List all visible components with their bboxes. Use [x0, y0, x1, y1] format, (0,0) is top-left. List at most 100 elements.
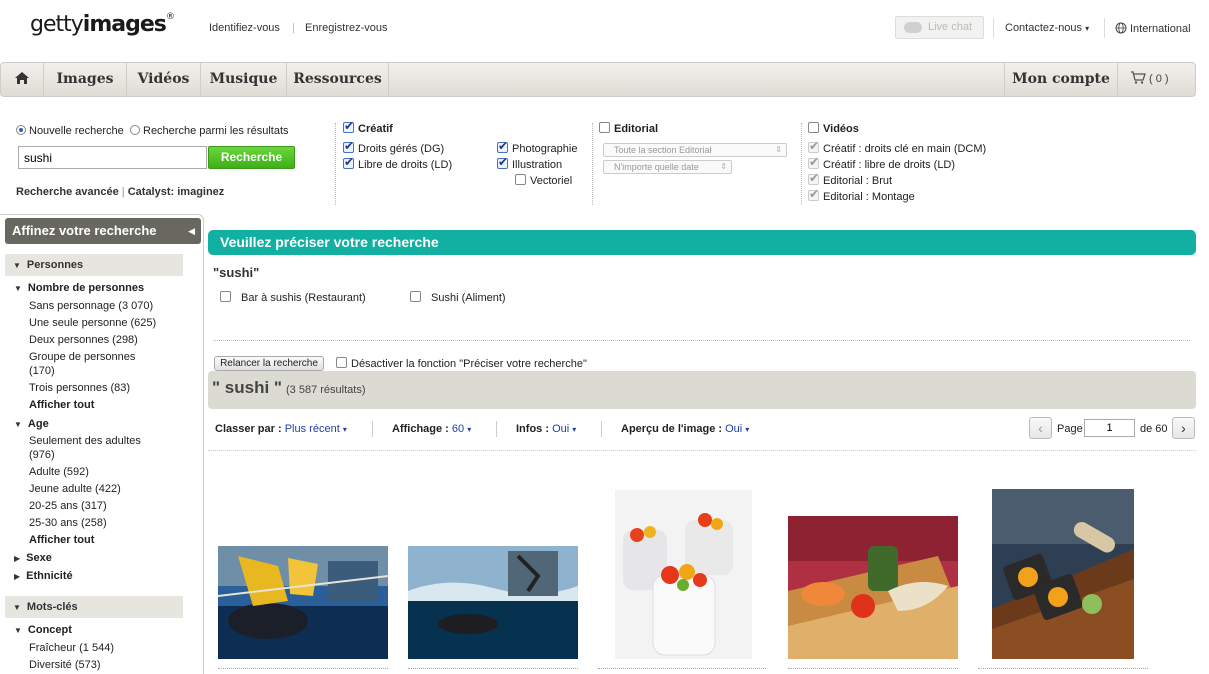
disable-refine-checkbox[interactable] [336, 357, 347, 368]
nav-my-account[interactable]: Mon compte [1004, 63, 1117, 96]
sex-group[interactable]: ▶ Sexe [14, 552, 52, 564]
result-thumbnail[interactable] [615, 490, 752, 659]
divider [218, 668, 388, 669]
preview-value[interactable]: Oui [725, 423, 742, 435]
search-input[interactable] [18, 146, 207, 169]
illustration-filter[interactable]: Illustration [497, 155, 562, 171]
contact-dropdown[interactable]: Contactez-nous ▾ [1005, 22, 1089, 34]
editorial-date-value: N'importe quelle date [614, 162, 699, 172]
next-page-button[interactable]: › [1172, 417, 1195, 439]
register-link[interactable]: Enregistrez-vous [305, 22, 388, 34]
radio-unselected[interactable] [130, 125, 140, 135]
nav-images[interactable]: Images [44, 63, 127, 96]
preview-control[interactable]: Aperçu de l'image : Oui ▾ [621, 423, 749, 435]
divider [978, 668, 1148, 669]
result-thumbnail[interactable] [788, 516, 958, 659]
keywords-section[interactable]: ▼ Mots-clés [5, 596, 183, 618]
login-link[interactable]: Identifiez-vous [209, 22, 280, 34]
live-chat-button[interactable]: Live chat [895, 16, 984, 39]
filter-link[interactable]: Fraîcheur (1 544) [29, 642, 114, 654]
prev-page-button[interactable]: ‹ [1029, 417, 1052, 439]
filter-link[interactable]: Deux personnes (298) [29, 334, 138, 346]
age-group[interactable]: ▼ Age [14, 418, 49, 430]
gettyimages-logo[interactable]: gettyimages® [30, 12, 175, 37]
display-value[interactable]: 60 [452, 423, 464, 435]
vector-filter[interactable]: Vectoriel [515, 174, 572, 187]
show-all-link[interactable]: Afficher tout [29, 534, 94, 546]
editorial-section-select[interactable]: Toute la section Editorial ⇕ [603, 143, 787, 157]
disable-refine-option[interactable]: Désactiver la fonction "Préciser votre r… [336, 357, 587, 370]
videos-checkbox[interactable] [808, 122, 819, 133]
videos-filter[interactable]: Vidéos [808, 122, 859, 135]
refine-option-sushi-food[interactable]: Sushi (Aliment) [410, 291, 506, 304]
filter-link[interactable]: Sans personnage (3 070) [29, 300, 153, 312]
video-montage-filter[interactable]: Editorial : Montage [808, 187, 915, 203]
divider [408, 668, 578, 669]
home-button[interactable] [1, 63, 44, 96]
show-all-link[interactable]: Afficher tout [29, 399, 94, 411]
page-input[interactable] [1084, 419, 1135, 437]
ethnicity-group[interactable]: ▶ Ethnicité [14, 570, 73, 582]
international-link[interactable]: International [1115, 22, 1191, 35]
nav-videos[interactable]: Vidéos [127, 63, 201, 96]
editorial-filter[interactable]: Editorial [599, 122, 658, 135]
nav-music[interactable]: Musique [201, 63, 287, 96]
filter-link[interactable]: Diversité (573) [29, 659, 101, 671]
video-ld-checkbox[interactable] [808, 155, 819, 169]
search-within-option[interactable]: Recherche parmi les résultats [130, 125, 289, 137]
filter-link[interactable]: Adulte (592) [29, 466, 89, 478]
refine-option-checkbox[interactable] [410, 291, 421, 302]
divider [496, 421, 497, 437]
concept-group[interactable]: ▼ Concept [14, 624, 72, 636]
filter-link[interactable]: Groupe de personnes [29, 351, 135, 363]
filter-link[interactable]: Jeune adulte (422) [29, 483, 121, 495]
new-search-option[interactable]: Nouvelle recherche [16, 125, 124, 137]
nb-persons-group[interactable]: ▼ Nombre de personnes [14, 282, 144, 294]
filter-link[interactable]: Trois personnes (83) [29, 382, 130, 394]
video-montage-checkbox[interactable] [808, 187, 819, 201]
collapse-icon[interactable]: ◀ [188, 218, 195, 244]
refine-option-checkbox[interactable] [220, 291, 231, 302]
photo-filter[interactable]: Photographie [497, 139, 577, 155]
dg-checkbox[interactable] [343, 139, 354, 153]
persons-section[interactable]: ▼ Personnes [5, 254, 183, 276]
creative-filter[interactable]: Créatif [343, 119, 393, 135]
filter-link[interactable]: Une seule personne (625) [29, 317, 156, 329]
ld-checkbox[interactable] [343, 155, 354, 169]
video-brut-filter[interactable]: Editorial : Brut [808, 171, 892, 187]
info-control[interactable]: Infos : Oui ▾ [516, 423, 576, 435]
info-value[interactable]: Oui [552, 423, 569, 435]
refine-option-sushi-bar[interactable]: Bar à sushis (Restaurant) [220, 291, 366, 304]
result-thumbnail[interactable] [218, 546, 388, 659]
filter-link-count[interactable]: (170) [29, 365, 55, 377]
creative-checkbox[interactable] [343, 119, 354, 133]
nav-resources[interactable]: Ressources [287, 63, 389, 96]
sort-value[interactable]: Plus récent [285, 423, 340, 435]
photo-checkbox[interactable] [497, 139, 508, 153]
search-button[interactable]: Recherche [208, 146, 295, 169]
video-ld-filter[interactable]: Créatif : libre de droits (LD) [808, 155, 955, 171]
filter-link[interactable]: 25-30 ans (258) [29, 517, 107, 529]
filter-link[interactable]: Seulement des adultes [29, 435, 141, 447]
result-thumbnail[interactable] [992, 489, 1134, 659]
display-count-control[interactable]: Affichage : 60 ▾ [392, 423, 471, 435]
result-thumbnail[interactable] [408, 546, 578, 659]
editorial-date-select[interactable]: N'importe quelle date ⇕ [603, 160, 732, 174]
sort-by-control[interactable]: Classer par : Plus récent ▾ [215, 423, 347, 435]
radio-selected[interactable] [16, 125, 26, 135]
refine-header[interactable]: Affinez votre recherche ◀ [5, 218, 201, 244]
filter-link-count[interactable]: (976) [29, 449, 55, 461]
filter-link[interactable]: 20-25 ans (317) [29, 500, 107, 512]
cart-button[interactable]: ( 0 ) [1117, 63, 1196, 96]
advanced-search-link[interactable]: Recherche avancée [16, 186, 119, 198]
dg-filter[interactable]: Droits gérés (DG) [343, 139, 444, 155]
video-brut-checkbox[interactable] [808, 171, 819, 185]
video-dcm-checkbox[interactable] [808, 139, 819, 153]
vector-checkbox[interactable] [515, 174, 526, 185]
editorial-checkbox[interactable] [599, 122, 610, 133]
rerun-search-button[interactable]: Relancer la recherche [214, 356, 324, 371]
illustration-checkbox[interactable] [497, 155, 508, 169]
ld-filter[interactable]: Libre de droits (LD) [343, 155, 452, 171]
video-dcm-filter[interactable]: Créatif : droits clé en main (DCM) [808, 139, 986, 155]
catalyst-link[interactable]: Catalyst: imaginez [128, 186, 225, 198]
